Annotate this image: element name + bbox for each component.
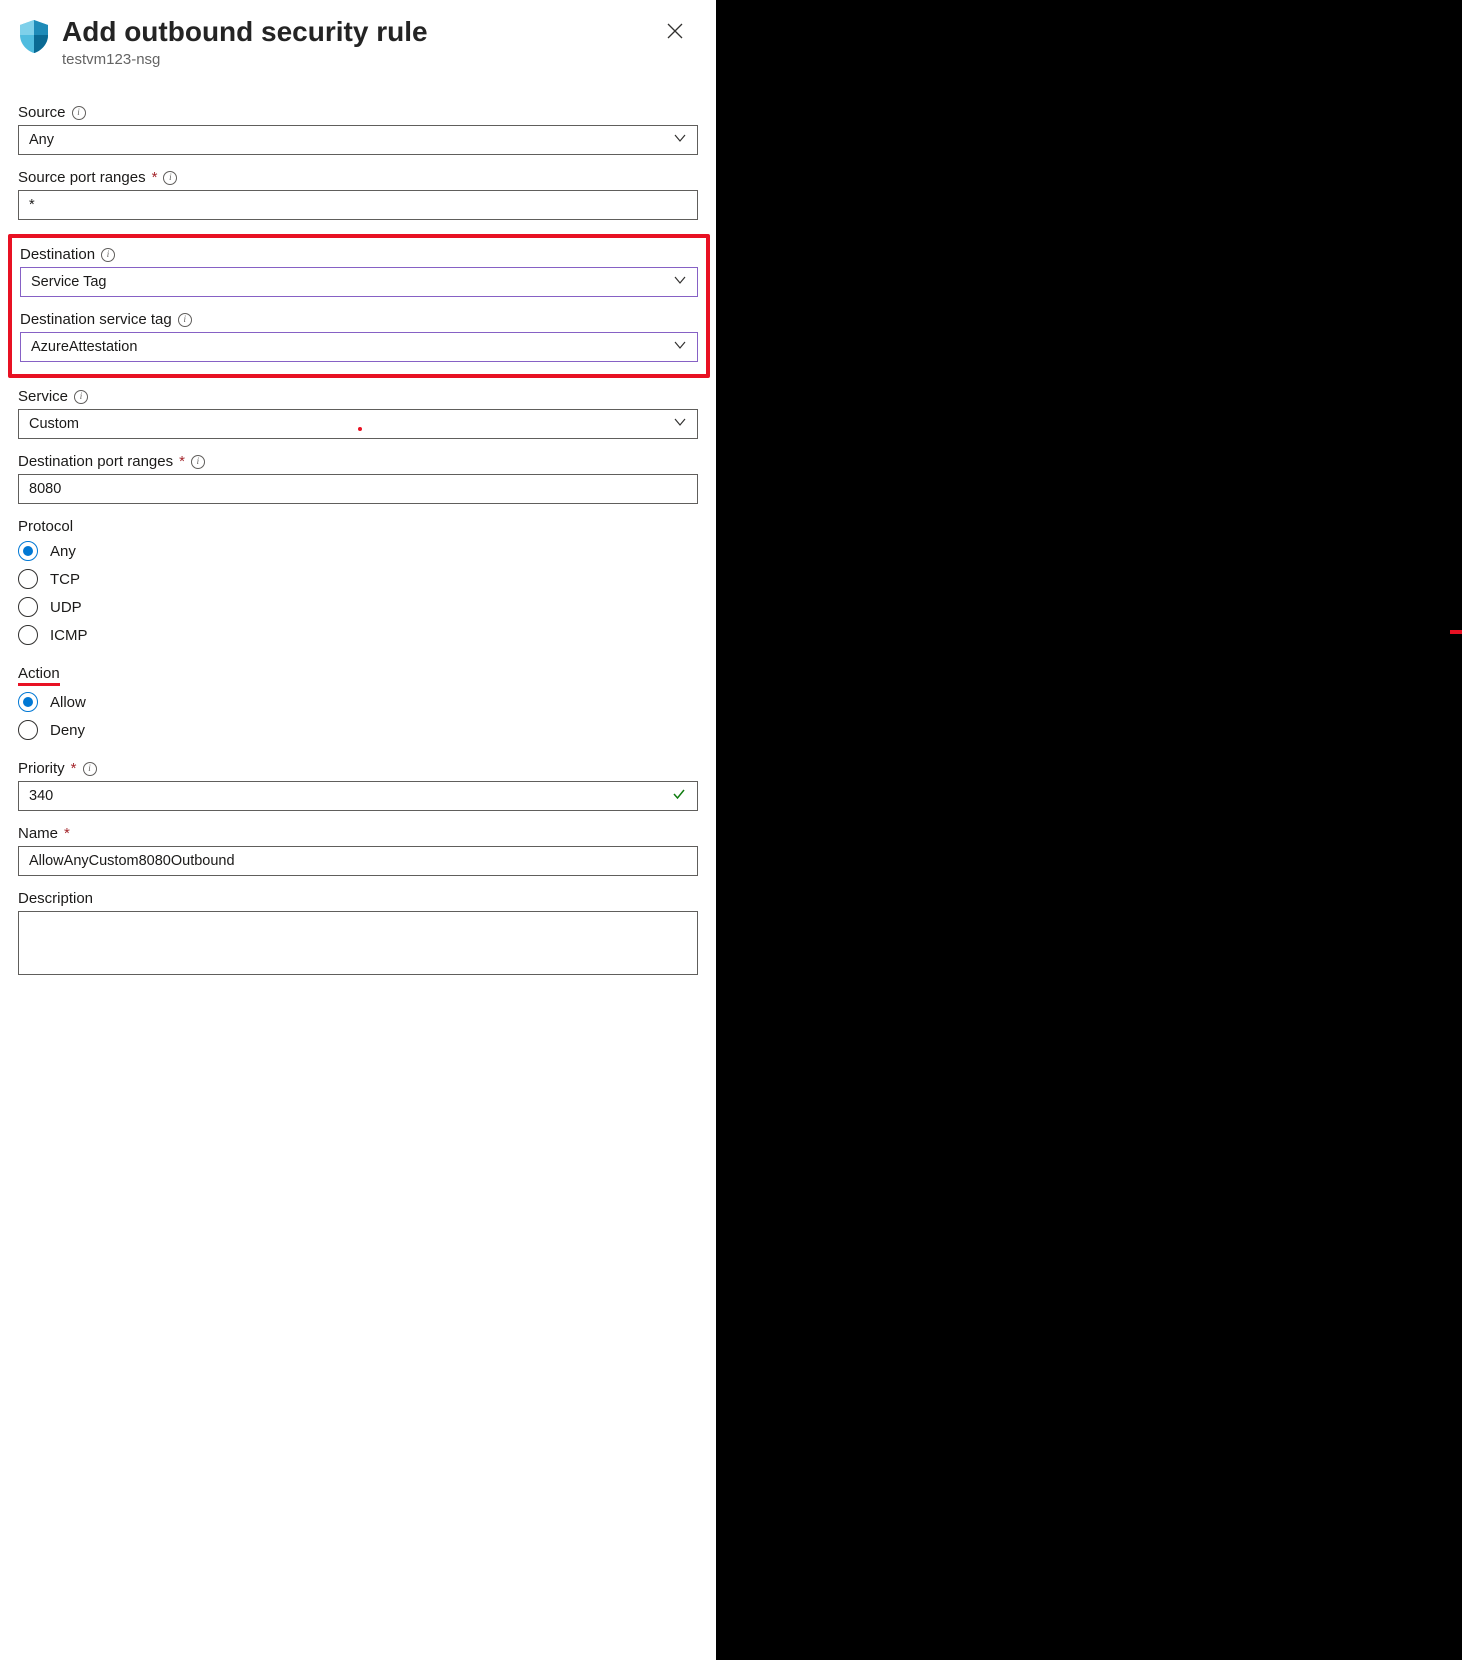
name-field: Name * AllowAnyCustom8080Outbound [18, 825, 698, 876]
radio-icon [18, 597, 38, 617]
priority-field: Priority * i 340 [18, 760, 698, 811]
annotation-dot [358, 427, 362, 431]
destination-service-tag-label: Destination service tag i [20, 311, 698, 328]
shield-icon [18, 14, 50, 59]
destination-service-tag-select[interactable]: AzureAttestation [20, 332, 698, 362]
source-port-ranges-input[interactable]: * [18, 190, 698, 220]
protocol-label: Protocol [18, 518, 698, 535]
protocol-option-tcp[interactable]: TCP [18, 569, 698, 589]
highlight-annotation: Destination i Service Tag Destination se… [8, 234, 710, 378]
destination-port-ranges-input[interactable]: 8080 [18, 474, 698, 504]
destination-port-ranges-field: Destination port ranges * i 8080 [18, 453, 698, 504]
action-group: Action Allow Deny [18, 665, 698, 740]
info-icon[interactable]: i [101, 248, 115, 262]
source-field: Source i Any [18, 104, 698, 155]
radio-icon [18, 692, 38, 712]
protocol-option-udp[interactable]: UDP [18, 597, 698, 617]
source-port-ranges-label: Source port ranges * i [18, 169, 698, 186]
required-indicator: * [152, 169, 158, 186]
close-icon [666, 28, 684, 43]
name-label: Name * [18, 825, 698, 842]
action-option-allow[interactable]: Allow [18, 692, 698, 712]
source-select[interactable]: Any [18, 125, 698, 155]
priority-label: Priority * i [18, 760, 698, 777]
destination-field: Destination i Service Tag [20, 246, 698, 297]
destination-port-ranges-label: Destination port ranges * i [18, 453, 698, 470]
radio-icon [18, 720, 38, 740]
info-icon[interactable]: i [72, 106, 86, 120]
chevron-down-icon [673, 273, 687, 291]
name-input[interactable]: AllowAnyCustom8080Outbound [18, 846, 698, 876]
required-indicator: * [71, 760, 77, 777]
panel-subtitle: testvm123-nsg [62, 51, 650, 68]
required-indicator: * [64, 825, 70, 842]
close-button[interactable] [662, 18, 688, 47]
service-select[interactable]: Custom [18, 409, 698, 439]
info-icon[interactable]: i [83, 762, 97, 776]
action-option-deny[interactable]: Deny [18, 720, 698, 740]
panel-title: Add outbound security rule [62, 14, 650, 49]
info-icon[interactable]: i [191, 455, 205, 469]
service-label: Service i [18, 388, 698, 405]
destination-select[interactable]: Service Tag [20, 267, 698, 297]
service-field: Service i Custom [18, 388, 698, 439]
radio-icon [18, 569, 38, 589]
header-text: Add outbound security rule testvm123-nsg [62, 14, 650, 68]
description-input[interactable] [18, 911, 698, 975]
priority-input[interactable]: 340 [18, 781, 698, 811]
panel-header: Add outbound security rule testvm123-nsg [18, 14, 698, 68]
chevron-down-icon [673, 415, 687, 433]
action-label: Action [18, 665, 698, 686]
security-rule-panel: Add outbound security rule testvm123-nsg… [0, 0, 716, 1660]
protocol-group: Protocol Any TCP UDP ICMP [18, 518, 698, 645]
checkmark-icon [671, 786, 687, 806]
radio-icon [18, 625, 38, 645]
description-field: Description [18, 890, 698, 975]
destination-label: Destination i [20, 246, 698, 263]
protocol-option-icmp[interactable]: ICMP [18, 625, 698, 645]
radio-icon [18, 541, 38, 561]
info-icon[interactable]: i [178, 313, 192, 327]
protocol-option-any[interactable]: Any [18, 541, 698, 561]
chevron-down-icon [673, 338, 687, 356]
info-icon[interactable]: i [163, 171, 177, 185]
info-icon[interactable]: i [74, 390, 88, 404]
destination-service-tag-field: Destination service tag i AzureAttestati… [20, 311, 698, 362]
annotation-mark [1450, 630, 1462, 634]
source-label: Source i [18, 104, 698, 121]
chevron-down-icon [673, 131, 687, 149]
description-label: Description [18, 890, 698, 907]
source-port-ranges-field: Source port ranges * i * [18, 169, 698, 220]
required-indicator: * [179, 453, 185, 470]
